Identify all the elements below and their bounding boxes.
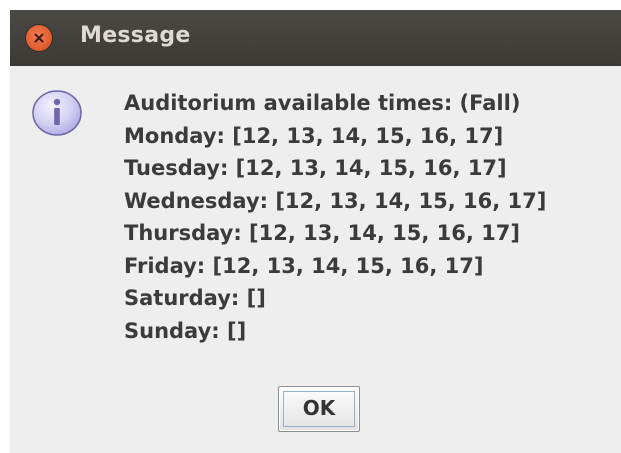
message-line-heading: Auditorium available times: (Fall) — [124, 91, 521, 115]
message-line-tuesday: Tuesday: [12, 13, 14, 15, 16, 17] — [124, 156, 507, 180]
window-title: Message — [80, 23, 191, 48]
message-line-thursday: Thursday: [12, 13, 14, 15, 16, 17] — [124, 221, 521, 245]
message-line-saturday: Saturday: [] — [124, 286, 266, 310]
info-icon — [30, 87, 84, 145]
ok-button-label: OK — [302, 396, 336, 420]
title-bar[interactable]: Message — [10, 10, 621, 66]
close-icon — [34, 33, 44, 43]
message-line-wednesday: Wednesday: [12, 13, 14, 15, 16, 17] — [124, 188, 547, 213]
message-text: Auditorium available times: (Fall) Monda… — [124, 87, 546, 347]
close-button[interactable] — [26, 25, 52, 51]
message-dialog: Message Auditorium available times: (Fal… — [10, 10, 621, 453]
message-line-sunday: Sunday: [] — [124, 318, 247, 343]
message-line-monday: Monday: [12, 13, 14, 15, 16, 17] — [124, 123, 504, 148]
ok-button[interactable]: OK — [278, 386, 360, 432]
message-line-friday: Friday: [12, 13, 14, 15, 16, 17] — [124, 253, 484, 278]
